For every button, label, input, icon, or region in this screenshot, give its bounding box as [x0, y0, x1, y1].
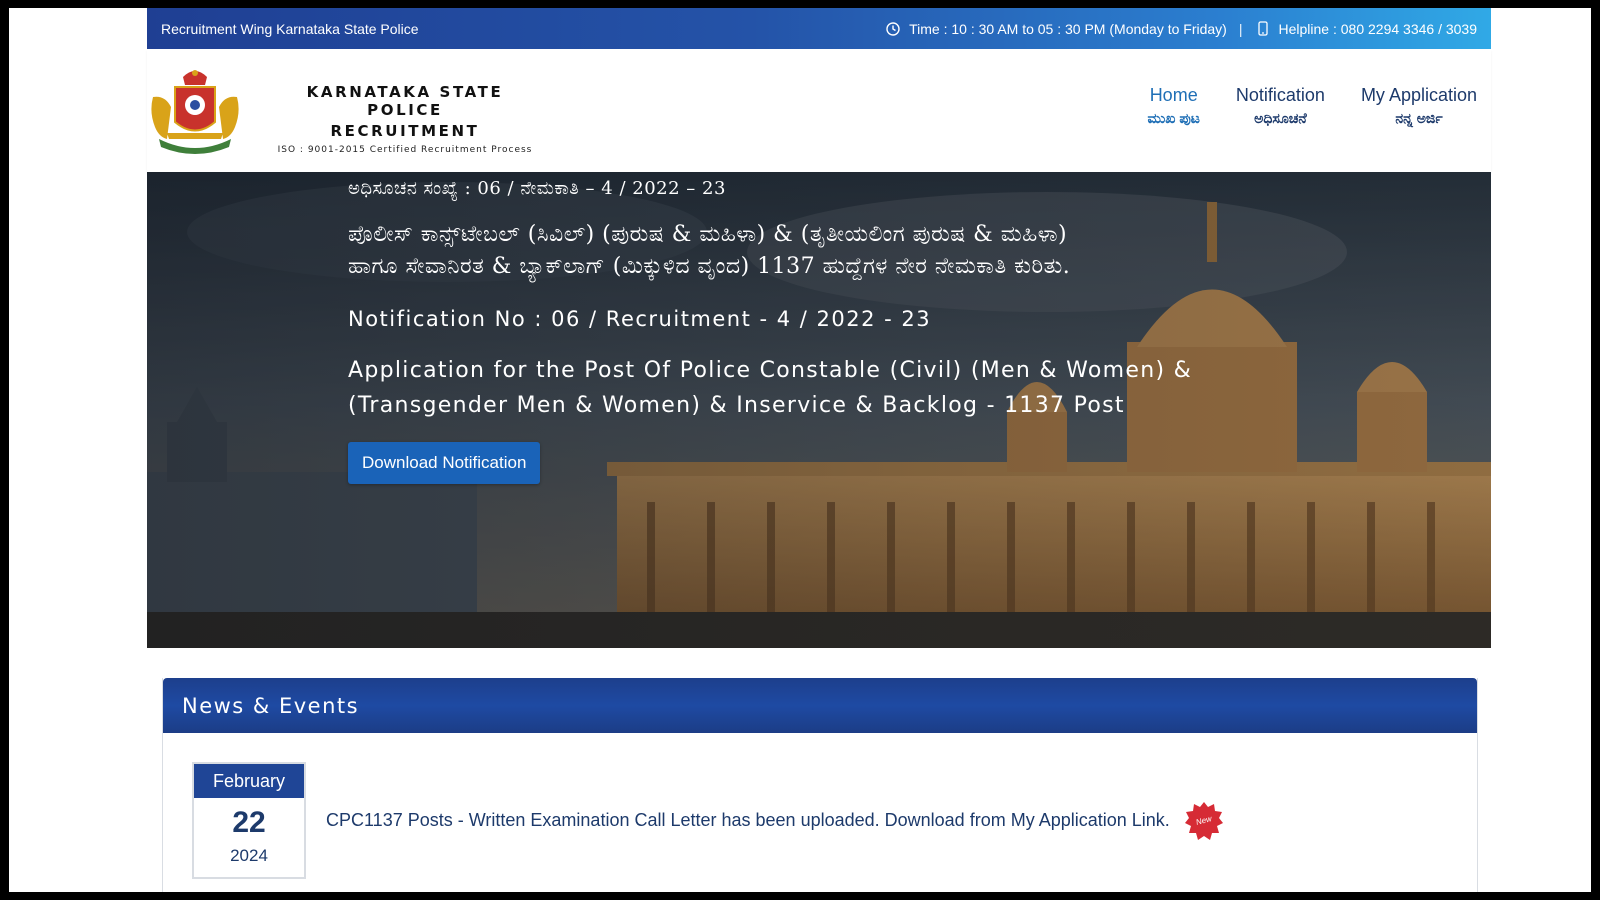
notification-number: Notification No : 06 / Recruitment - 4 /… — [348, 307, 932, 331]
new-badge-icon: New — [1184, 801, 1223, 840]
karnataka-emblem-logo[interactable] — [151, 67, 239, 157]
kn-post-title-line-2: ಹಾಗೂ ಸೇವಾನಿರತ & ಬ್ಯಾಕ್‌ಲಾಗ್ (ಮಿಕ್ಕುಳಿದ ವ… — [348, 254, 1071, 279]
helpline: Helpline : 080 2294 3346 / 3039 — [1278, 20, 1478, 37]
application-title: Application for the Post Of Police Const… — [348, 353, 1308, 423]
nav-notification-label: Notification — [1235, 85, 1325, 105]
nav-my-application-label: My Application — [1360, 85, 1477, 105]
news-events-panel: News & Events February 22 2024 CPC1137 P… — [162, 678, 1478, 892]
kn-post-title: ಪೊಲೀಸ್ ಕಾನ್ಸ್‌ಟೇಬಲ್ (ಸಿವಿಲ್) (ಪುರುಷ & ಮಹ… — [348, 219, 1308, 283]
hero-content: ಅಧಿಸೂಚನ ಸಂಖ್ಯೆ : 06 / ನೇಮಕಾತಿ – 4 / 2022… — [348, 178, 1308, 484]
nav-my-application[interactable]: My Application ನನ್ನ ಅರ್ಜಿ — [1361, 85, 1477, 127]
top-info-bar: Recruitment Wing Karnataka State Police … — [147, 8, 1491, 49]
hero-banner: ಅಧಿಸೂಚನ ಸಂಖ್ಯೆ : 06 / ನೇಮಕಾತಿ – 4 / 2022… — [147, 172, 1491, 648]
brand-line-2: RECRUITMENT — [330, 122, 480, 140]
news-item-link[interactable]: CPC1137 Posts - Written Examination Call… — [326, 810, 1170, 831]
news-item: February 22 2024 CPC1137 Posts - Written… — [192, 762, 1224, 879]
office-time: Time : 10 : 30 AM to 05 : 30 PM (Monday … — [909, 20, 1227, 37]
kn-notification-number: ಅಧಿಸೂಚನ ಸಂಖ್ಯೆ : 06 / ನೇಮಕಾತಿ – 4 / 2022… — [348, 178, 726, 199]
news-day: 22 — [232, 806, 266, 839]
page-container: Recruitment Wing Karnataka State Police … — [147, 8, 1491, 648]
news-year: 2024 — [230, 846, 268, 865]
brand-line-1: KARNATAKA STATE POLICE — [306, 83, 504, 119]
nav-home[interactable]: Home ಮುಖ ಪುಟ — [1148, 85, 1200, 127]
org-name: Recruitment Wing Karnataka State Police — [161, 20, 419, 37]
page-frame: Recruitment Wing Karnataka State Police … — [9, 8, 1591, 892]
nav-my-application-kn-label: ನನ್ನ ಅರ್ಜಿ — [1395, 110, 1443, 126]
application-title-line-2: (Transgender Men & Women) & Inservice & … — [348, 393, 1125, 418]
clock-icon — [885, 21, 901, 37]
news-month: February — [194, 764, 304, 798]
application-title-line-1: Application for the Post Of Police Const… — [348, 358, 1193, 383]
brand-title: KARNATAKA STATE POLICE RECRUITMENT ISO :… — [265, 83, 545, 155]
download-notification-button[interactable]: Download Notification — [348, 442, 541, 484]
contact-info: Time : 10 : 30 AM to 05 : 30 PM (Monday … — [885, 21, 1477, 37]
nav-home-kn-label: ಮುಖ ಪುಟ — [1147, 110, 1200, 126]
phone-icon — [1255, 21, 1271, 37]
kn-post-title-line-1: ಪೊಲೀಸ್ ಕಾನ್ಸ್‌ಟೇಬಲ್ (ಸಿವಿಲ್) (ಪುರುಷ & ಮಹ… — [348, 222, 1068, 247]
nav-notification-kn-label: ಅಧಿಸೂಚನೆ — [1254, 110, 1307, 126]
nav-notification[interactable]: Notification ಅಧಿಸೂಚನೆ — [1236, 85, 1325, 127]
main-nav: Home ಮುಖ ಪುಟ Notification ಅಧಿಸೂಚನೆ My Ap… — [1148, 85, 1478, 127]
nav-home-label: Home — [1149, 85, 1198, 105]
separator: | — [1238, 20, 1243, 37]
brand-iso-tagline: ISO : 9001-2015 Certified Recruitment Pr… — [277, 145, 533, 155]
news-events-heading: News & Events — [163, 678, 1477, 733]
site-header: KARNATAKA STATE POLICE RECRUITMENT ISO :… — [147, 49, 1491, 172]
news-date-box: February 22 2024 — [192, 762, 306, 879]
